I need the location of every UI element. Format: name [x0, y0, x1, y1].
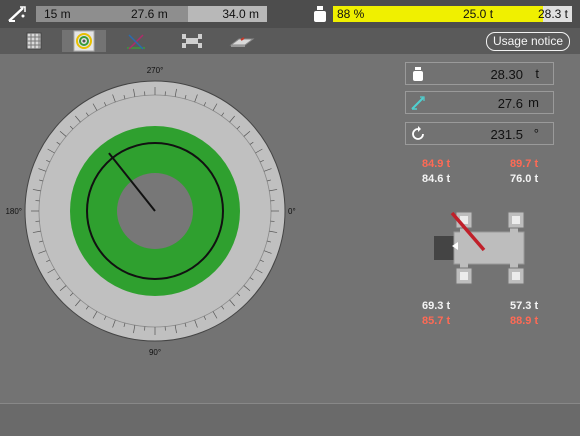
usage-notice-button[interactable]: Usage notice	[486, 32, 570, 51]
rear-left-max-load: 85.7 t	[422, 315, 450, 327]
weight-icon	[310, 4, 332, 24]
angle-label-right: 0°	[288, 207, 296, 216]
slew-dial-icon	[73, 30, 95, 52]
outrigger-rear-left	[460, 256, 468, 268]
boom-length-icon	[410, 95, 426, 111]
main-panel: 270° 90° 180° 0° 28.30 t 27.6 m 231.5 ° …	[0, 54, 580, 403]
tab-boom-angle[interactable]	[114, 30, 158, 52]
rotation-icon	[410, 126, 426, 142]
boom-current-label: 27.6 m	[131, 7, 168, 21]
load-percent-label: 88 %	[337, 7, 364, 21]
tab-slew-dial[interactable]	[62, 30, 106, 52]
pad-rear-left-center	[460, 272, 468, 280]
slew-dial: 270° 90° 180° 0°	[5, 61, 305, 361]
crane-top-view	[430, 206, 540, 286]
outrigger-icon	[180, 31, 204, 51]
weight-icon	[410, 66, 426, 82]
boom-max-label: 34.0 m	[222, 7, 259, 21]
outrigger-rear-right	[510, 256, 518, 268]
load-utilization-bar: 88 % 25.0 t 28.3 t	[333, 6, 572, 22]
rear-left-load: 69.3 t	[422, 300, 450, 312]
load-readout: 28.30 t	[405, 62, 554, 85]
boom-length-value: 27.6	[498, 96, 523, 111]
ground-pad-icon	[229, 31, 255, 51]
view-tabs: Usage notice	[0, 28, 580, 54]
slew-angle-readout: 231.5 °	[405, 122, 554, 145]
bottom-strip	[0, 403, 580, 436]
load-utilization-fill	[333, 6, 543, 22]
boom-length-bar: 15 m 27.6 m 34.0 m	[36, 6, 267, 22]
angle-label-left: 180°	[5, 207, 22, 216]
pad-front-right-center	[512, 216, 520, 224]
load-unit: t	[535, 66, 539, 81]
front-left-load: 84.6 t	[422, 173, 450, 185]
slew-angle-unit: °	[534, 126, 539, 141]
load-value: 28.30	[490, 67, 523, 82]
crane-cab	[434, 236, 456, 260]
outrigger-front-right	[510, 228, 518, 240]
boom-length-unit: m	[528, 95, 539, 110]
boom-angle-icon	[125, 31, 147, 51]
angle-label-top: 270°	[147, 66, 164, 75]
angle-label-bottom: 90°	[149, 348, 161, 357]
pad-rear-right-center	[512, 272, 520, 280]
front-left-max-load: 84.9 t	[422, 158, 450, 170]
tab-ground-pad[interactable]	[220, 30, 264, 52]
top-status-bar: 15 m 27.6 m 34.0 m 88 % 25.0 t 28.3 t	[0, 0, 580, 28]
rear-right-max-load: 88.9 t	[510, 315, 538, 327]
tab-building[interactable]	[12, 30, 56, 52]
slew-angle-value: 231.5	[490, 127, 523, 142]
load-max-label: 28.3 t	[538, 7, 568, 21]
load-current-label: 25.0 t	[463, 7, 493, 21]
rear-right-load: 57.3 t	[510, 300, 538, 312]
boom-min-label: 15 m	[44, 7, 71, 21]
boom-length-icon	[6, 4, 28, 24]
tab-outriggers[interactable]	[170, 30, 214, 52]
front-right-max-load: 89.7 t	[510, 158, 538, 170]
front-right-load: 76.0 t	[510, 173, 538, 185]
boom-length-readout: 27.6 m	[405, 91, 554, 114]
building-grid-icon	[24, 31, 44, 51]
